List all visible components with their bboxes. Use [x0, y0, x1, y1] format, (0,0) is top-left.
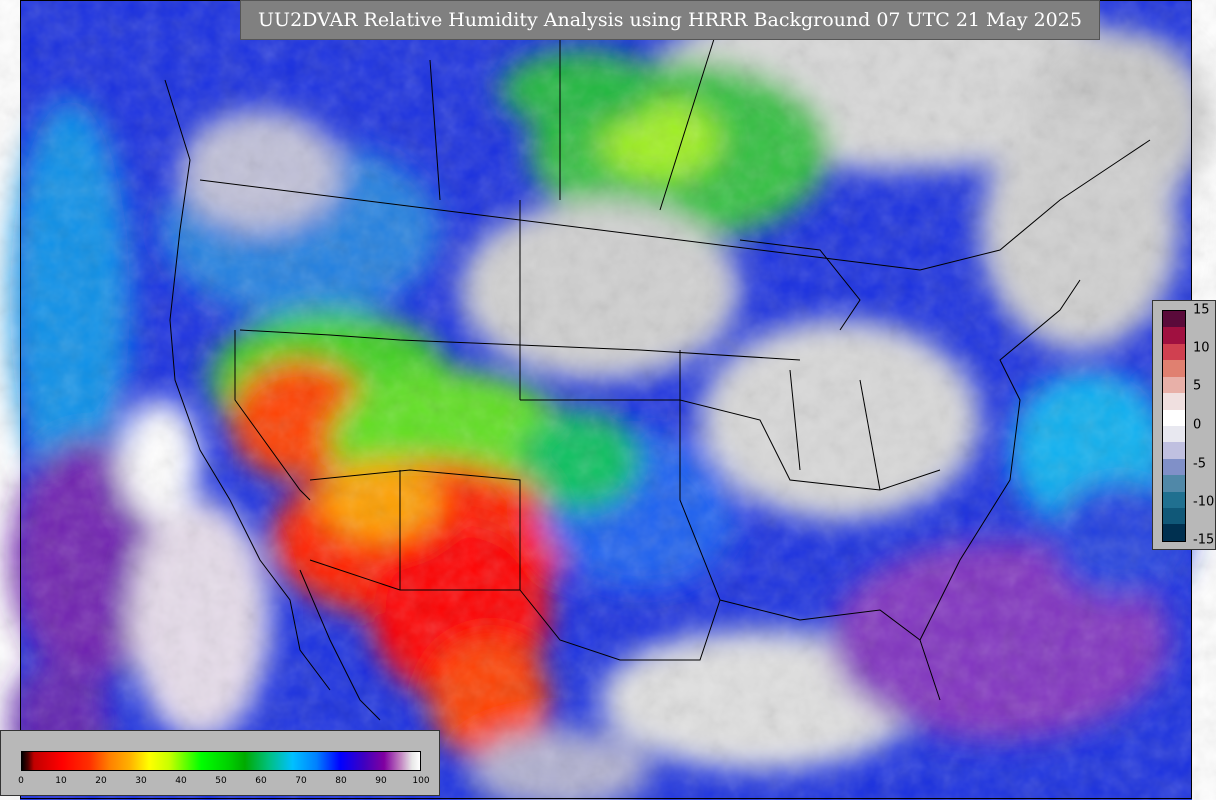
humidity-tick: 10 [55, 776, 67, 786]
humidity-tick: 60 [255, 776, 267, 786]
difference-colorbar-swatch [1163, 491, 1185, 509]
difference-colorbar-swatch [1163, 409, 1185, 426]
difference-colorbar-swatch [1163, 475, 1185, 492]
humidity-tick: 30 [135, 776, 147, 786]
difference-colorbar-swatch [1163, 508, 1185, 525]
difference-tick: 5 [1193, 378, 1202, 394]
difference-colorbar-swatch [1163, 376, 1185, 394]
humidity-tick: 100 [412, 776, 430, 786]
humidity-tick: 40 [175, 776, 187, 786]
difference-colorbar [1162, 310, 1186, 542]
difference-tick: 15 [1193, 302, 1210, 318]
humidity-colorbar [21, 751, 421, 771]
humidity-tick: 80 [335, 776, 347, 786]
difference-tick: -5 [1193, 456, 1206, 472]
difference-colorbar-swatch [1163, 360, 1185, 377]
humidity-tick: 70 [295, 776, 307, 786]
difference-tick: -10 [1193, 494, 1215, 510]
map-title: UU2DVAR Relative Humidity Analysis using… [240, 0, 1100, 40]
difference-colorbar-swatch [1163, 524, 1185, 541]
difference-tick: 0 [1193, 417, 1202, 433]
difference-colorbar-swatch [1163, 458, 1185, 476]
humidity-tick: 50 [215, 776, 227, 786]
humidity-colorbar-legend: 0 10 20 30 40 50 60 70 80 90 100 [0, 730, 440, 796]
difference-colorbar-legend: 15 10 5 0 -5 -10 -15 [1152, 300, 1216, 550]
humidity-tick: 0 [18, 776, 24, 786]
difference-colorbar-swatch [1163, 442, 1185, 459]
difference-colorbar-swatch [1163, 425, 1185, 443]
difference-tick: 10 [1193, 340, 1210, 356]
difference-tick: -15 [1193, 532, 1215, 548]
difference-colorbar-swatch [1163, 311, 1185, 328]
humidity-map [10, 0, 1210, 800]
difference-colorbar-swatch [1163, 393, 1185, 410]
difference-colorbar-swatch [1163, 343, 1185, 361]
difference-colorbar-swatch [1163, 327, 1185, 344]
humidity-tick: 20 [95, 776, 107, 786]
humidity-tick: 90 [375, 776, 387, 786]
